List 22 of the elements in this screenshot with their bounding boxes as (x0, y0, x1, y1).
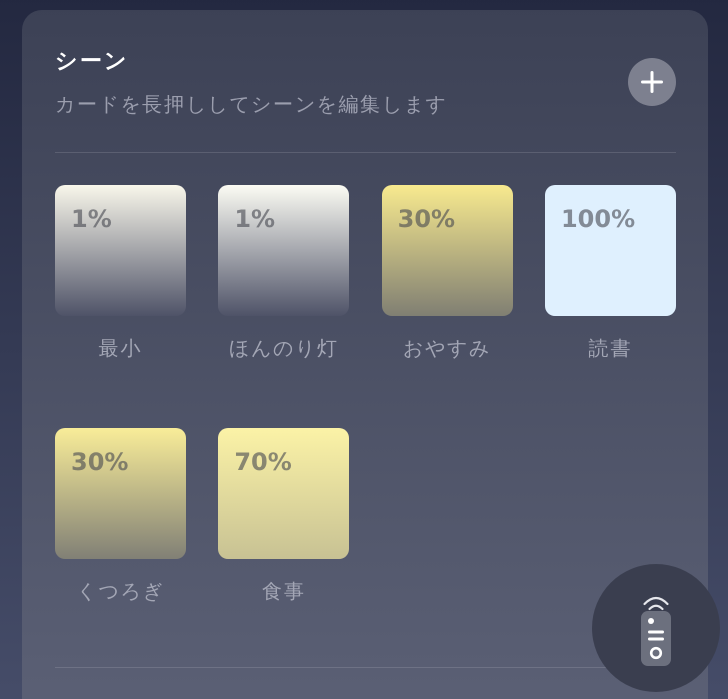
scene-card[interactable]: 1% (218, 185, 350, 316)
brightness-percentage: 1% (234, 204, 276, 234)
scene-name: おやすみ (403, 335, 492, 361)
panel-title: シーン (55, 48, 129, 76)
panel-hint: カードを長押ししてシーンを編集します (55, 91, 448, 117)
brightness-percentage: 30% (398, 204, 456, 234)
brightness-percentage: 30% (71, 447, 128, 477)
scene-name: 食事 (262, 578, 306, 604)
brightness-percentage: 100% (560, 204, 636, 234)
plus-icon (641, 71, 663, 93)
scene-card[interactable]: 1% (55, 185, 186, 316)
scene-name: 最小 (98, 335, 142, 361)
scene-card[interactable]: 100% (544, 185, 676, 316)
scene-card[interactable]: 70% (218, 428, 350, 559)
scene-card[interactable]: 30% (55, 428, 186, 559)
scene-name: 読書 (588, 335, 632, 361)
scene-card[interactable]: 30% (382, 185, 513, 316)
scene-name: くつろぎ (76, 578, 164, 604)
brightness-percentage: 70% (234, 447, 292, 477)
add-button[interactable] (628, 58, 676, 106)
brightness-percentage: 1% (71, 204, 112, 234)
scene-name: ほんのり灯 (228, 335, 339, 361)
